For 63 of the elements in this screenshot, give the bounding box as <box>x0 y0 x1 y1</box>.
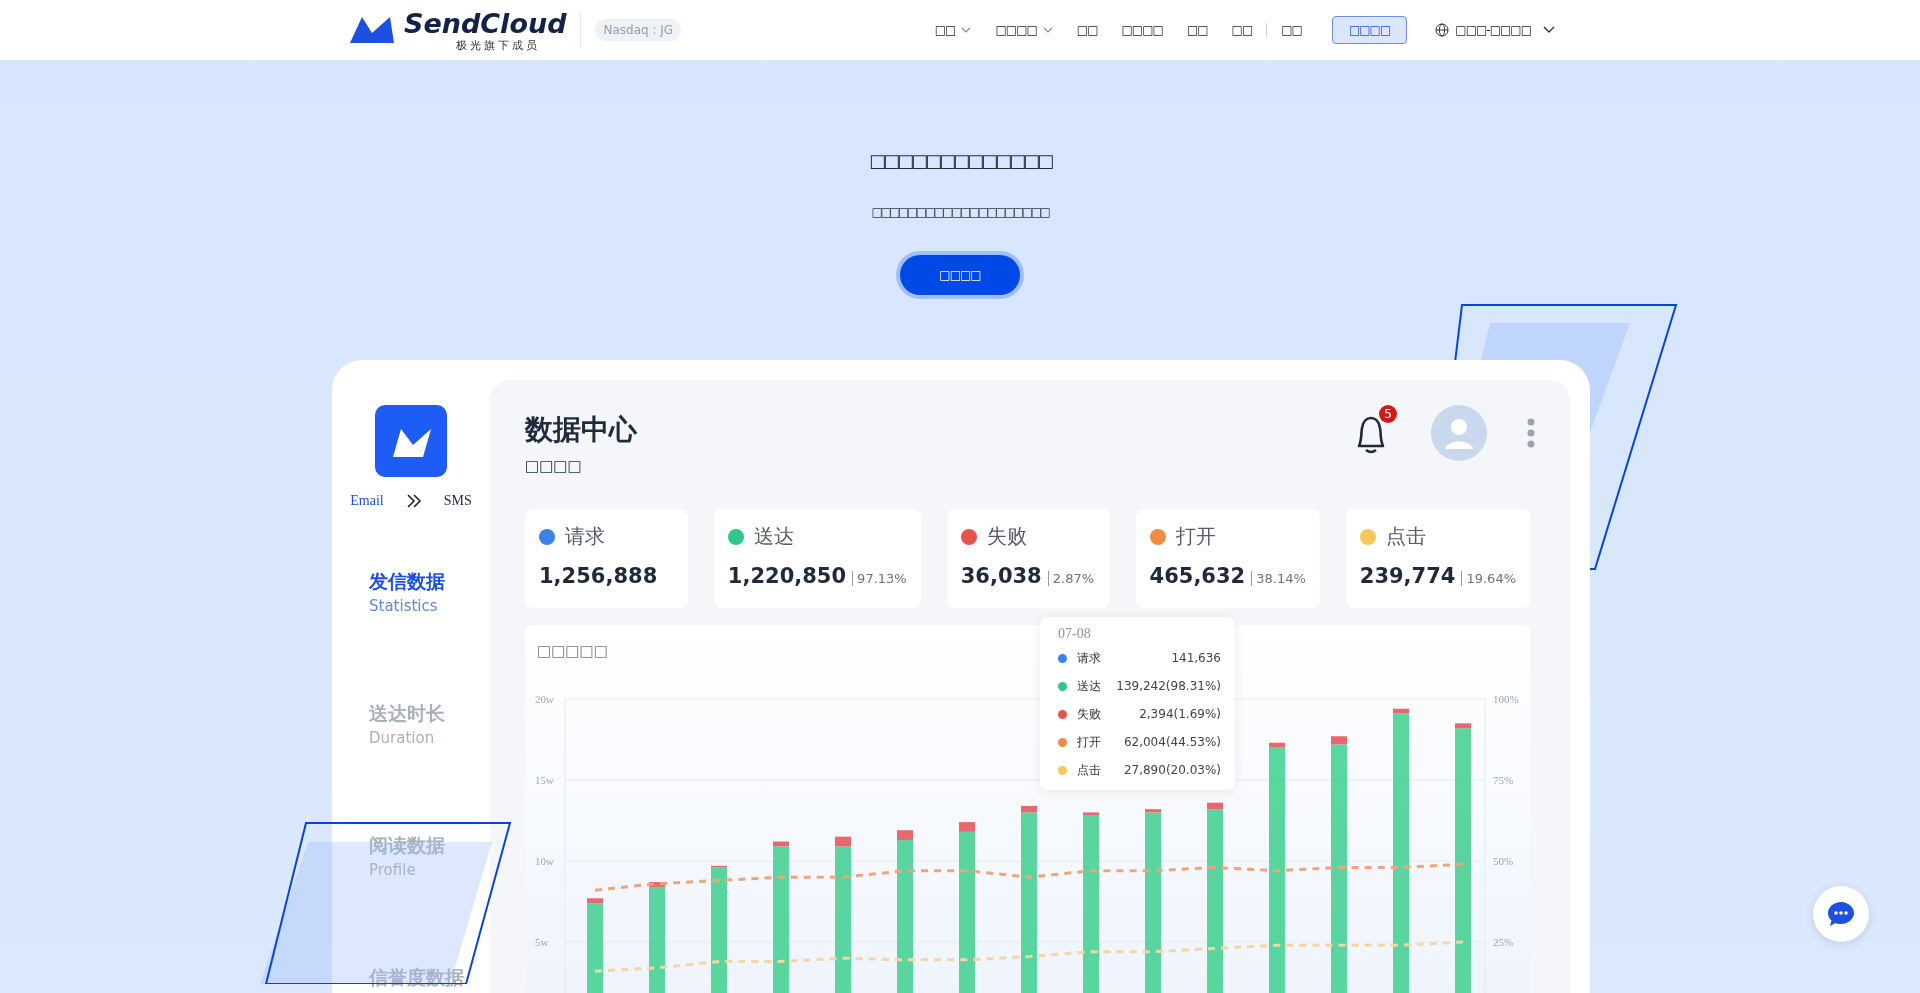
brand-name[interactable]: SendCloud <box>404 9 567 37</box>
stat-rate: 97.13% <box>852 571 907 586</box>
stat-value: 239,774 <box>1359 564 1456 588</box>
stat-value: 1,256,888 <box>539 564 658 588</box>
panel-subtitle: □□□□ <box>525 457 583 475</box>
tooltip-label: 打开 <box>1077 733 1101 751</box>
logo-icon <box>350 15 394 45</box>
stat-value: 465,632 <box>1149 564 1246 588</box>
nav-link[interactable]: □□□□ <box>1121 23 1163 37</box>
axis-label: 100% <box>1493 693 1519 705</box>
stat-label: 点击 <box>1385 523 1426 550</box>
nav-link[interactable]: □□ <box>934 23 972 37</box>
axis-label: 50% <box>1493 855 1514 867</box>
stat-rate: 2.87% <box>1047 571 1095 586</box>
hero-subtitle: □□□□□□□□□□□□□□□□□□□□ <box>871 205 1049 219</box>
chat-icon <box>1827 901 1855 927</box>
axis-label: 10w <box>535 855 554 867</box>
tooltip-value: 62,004(44.53%) <box>1123 735 1221 749</box>
axis-label: 15w <box>535 774 554 786</box>
tooltip-label: 请求 <box>1077 649 1101 667</box>
email-label[interactable]: Email <box>350 493 384 509</box>
nav-link[interactable]: □□ <box>1231 23 1253 37</box>
stock-badge: Nasdaq : JG <box>595 19 682 41</box>
tooltip-value: 139,242(98.31%) <box>1116 679 1221 693</box>
stat-label: 请求 <box>565 523 605 550</box>
chat-button[interactable] <box>1813 886 1869 942</box>
brand-tagline: 极光旗下成员 <box>456 39 541 51</box>
language-selector[interactable]: □□□-□□□□ <box>1435 23 1555 37</box>
stat-value: 36,038 <box>960 564 1042 588</box>
globe-icon <box>1435 23 1450 37</box>
stat-rate: 38.14% <box>1251 571 1306 586</box>
axis-label: 75% <box>1493 774 1514 786</box>
nav-link[interactable]: □□ <box>1186 23 1208 37</box>
sidebar-item[interactable]: 发信数据 Statistics <box>369 569 445 615</box>
tooltip-label: 送达 <box>1077 677 1101 695</box>
tooltip-value: 2,394(1.69%) <box>1139 707 1221 721</box>
nav-link[interactable]: □□ <box>1281 23 1302 37</box>
sms-label[interactable]: SMS <box>443 493 472 509</box>
tooltip-label: 失败 <box>1077 705 1101 723</box>
stat-label: 打开 <box>1175 523 1216 550</box>
tooltip-value: 27,890(20.03%) <box>1123 763 1221 777</box>
caret-icon <box>961 27 972 33</box>
hero-title: □□□□□□□□□□□□□ <box>868 150 1052 171</box>
axis-label: 25% <box>1493 936 1514 948</box>
axis-label: 5w <box>535 936 549 948</box>
nav-link[interactable]: □□ <box>1076 23 1098 37</box>
axis-label: 20w <box>535 693 554 705</box>
double-chevron-icon <box>405 494 422 508</box>
app-logo-icon <box>375 405 447 477</box>
nav-link[interactable]: □□□□ <box>995 23 1053 37</box>
tooltip-date: 07-08 <box>1058 626 1092 642</box>
chevron-down-icon <box>1543 26 1555 34</box>
caret-icon <box>1042 27 1053 33</box>
stat-value: 1,220,850 <box>727 564 847 588</box>
chart-title: □□□□□ <box>537 642 608 660</box>
stat-label: 失败 <box>986 523 1027 550</box>
stat-label: 送达 <box>753 523 794 550</box>
login-button[interactable]: □□□□ <box>1331 16 1408 44</box>
stat-rate: 19.64% <box>1461 571 1516 586</box>
tooltip-label: 点击 <box>1077 761 1101 779</box>
notification-count: 5 <box>1379 405 1397 423</box>
panel-title: 数据中心 <box>525 412 637 448</box>
tooltip-value: 141,636 <box>1171 651 1221 665</box>
